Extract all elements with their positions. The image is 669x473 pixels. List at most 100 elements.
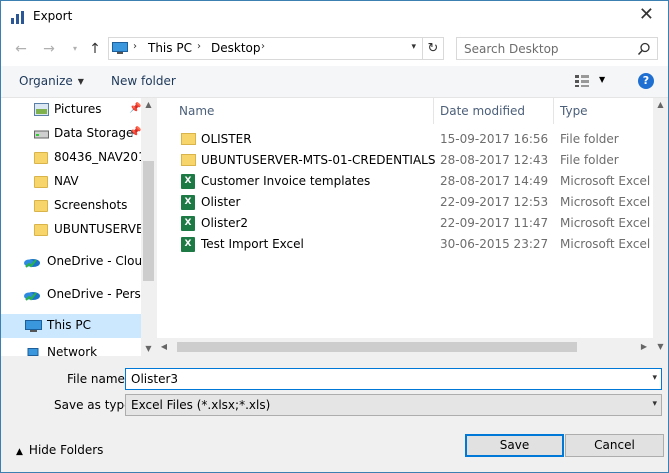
sidebar-item-label: This PC [47, 318, 91, 332]
column-divider[interactable] [433, 98, 434, 124]
scroll-down-icon[interactable]: ▼ [141, 344, 156, 353]
column-header-name[interactable]: Name [179, 104, 214, 118]
search-input[interactable]: Search Desktop [456, 37, 658, 60]
organize-label: Organize [19, 74, 73, 88]
scroll-right-icon[interactable]: ▶ [639, 342, 649, 351]
up-arrow-icon[interactable]: ↑ [87, 41, 103, 57]
export-dialog: Export ✕ ← → ▾ ↑ › This PC › Desktop › ▾… [0, 0, 669, 473]
address-bar[interactable]: › This PC › Desktop › ▾ ↻ [108, 37, 444, 60]
file-type: Microsoft Excel W... [560, 216, 665, 230]
view-options-icon[interactable] [574, 74, 590, 88]
file-date: 15-09-2017 16:56 [440, 132, 549, 146]
sidebar-item-label: Network [47, 346, 98, 356]
scroll-down-icon[interactable]: ▼ [653, 342, 668, 351]
chevron-down-icon[interactable]: ▾ [652, 399, 657, 409]
sidebar-item-label: Data Storage [54, 126, 134, 140]
folder-icon [181, 154, 196, 166]
recent-locations-chevron-icon[interactable]: ▾ [67, 41, 83, 57]
command-bar: Organize ▼ New folder ▼ ? [1, 66, 668, 98]
file-date: 30-06-2015 23:27 [440, 237, 549, 251]
sidebar-item-folder[interactable]: Screenshots [1, 194, 141, 218]
save-as-type-select[interactable]: Excel Files (*.xlsx;*.xls) ▾ [125, 394, 662, 416]
sidebar-item-folder[interactable]: NAV [1, 170, 141, 194]
breadcrumb-desktop[interactable]: Desktop [211, 41, 261, 55]
file-row[interactable]: X Test Import Excel 30-06-2015 23:27 Mic… [157, 234, 665, 255]
file-name-label: File name: [67, 372, 129, 386]
scroll-up-icon[interactable]: ▲ [653, 100, 668, 109]
sidebar-item-onedrive[interactable]: OneDrive - Cloudl [1, 250, 141, 274]
sidebar-item-label: Pictures [54, 102, 102, 116]
back-arrow-icon[interactable]: ← [13, 41, 29, 57]
sidebar-item-label: Screenshots [54, 198, 128, 212]
file-row[interactable]: X Olister 22-09-2017 12:53 Microsoft Exc… [157, 192, 665, 213]
excel-icon: X [181, 216, 195, 231]
breadcrumb-this-pc[interactable]: This PC [148, 41, 192, 55]
folder-icon [34, 176, 48, 188]
file-name: Olister2 [201, 216, 249, 230]
sidebar-item-label: UBUNTUSERVER [54, 222, 141, 236]
folder-icon [34, 152, 48, 164]
refresh-icon[interactable]: ↻ [422, 38, 443, 59]
chevron-down-icon[interactable]: ▾ [652, 373, 657, 383]
file-row[interactable]: UBUNTUSERVER-MTS-01-CREDENTIALS 28-08-20… [157, 150, 653, 171]
forward-arrow-icon[interactable]: → [41, 41, 57, 57]
chevron-down-icon[interactable]: ▾ [411, 42, 416, 52]
sidebar-item-label: OneDrive - Cloudl [47, 254, 141, 268]
scrollbar-thumb[interactable] [143, 161, 154, 281]
sidebar-item-onedrive[interactable]: OneDrive - Persor [1, 283, 141, 307]
content-vertical-scrollbar[interactable]: ▲ ▼ [653, 98, 668, 356]
file-name-field[interactable]: Olister3 ▾ [125, 368, 662, 390]
breadcrumb-separator-icon[interactable]: › [197, 41, 201, 52]
hide-folders-button[interactable]: ▲ Hide Folders [16, 443, 103, 457]
file-type: File folder [560, 153, 619, 167]
new-folder-button[interactable]: New folder [111, 74, 176, 88]
onedrive-icon [24, 259, 40, 268]
file-type: Microsoft Excel W... [560, 174, 665, 188]
excel-icon: X [181, 174, 195, 189]
nav-vertical-scrollbar[interactable]: ▲ ▼ [141, 98, 156, 356]
breadcrumb-separator-icon[interactable]: › [261, 41, 265, 52]
close-icon[interactable]: ✕ [639, 5, 654, 25]
sidebar-item-this-pc[interactable]: This PC [1, 314, 141, 338]
sidebar-item-folder[interactable]: UBUNTUSERVER [1, 218, 141, 242]
drive-icon [34, 130, 49, 139]
file-row[interactable]: OLISTER 15-09-2017 16:56 File folder [157, 129, 653, 150]
pictures-icon [34, 103, 49, 116]
file-date: 22-09-2017 11:47 [440, 216, 549, 230]
breadcrumb-separator-icon[interactable]: › [133, 41, 137, 52]
folder-icon [181, 133, 196, 145]
sidebar-item-network[interactable]: Network [1, 346, 141, 356]
sort-up-icon: ^ [298, 98, 306, 105]
sidebar-item-folder[interactable]: 80436_NAV2013_ [1, 146, 141, 170]
save-button[interactable]: Save [465, 434, 564, 457]
file-list: ^ Name Date modified Type OLISTER 15-09-… [157, 98, 668, 356]
onedrive-icon [24, 292, 40, 301]
content-horizontal-scrollbar[interactable]: ◀ ▶ [157, 338, 653, 356]
organize-button[interactable]: Organize ▼ [19, 74, 84, 88]
file-type: File folder [560, 132, 619, 146]
chevron-down-icon[interactable]: ▼ [599, 75, 605, 84]
file-type: Microsoft Excel 97... [560, 195, 665, 209]
cancel-button[interactable]: Cancel [565, 434, 664, 457]
column-header-type[interactable]: Type [560, 104, 588, 118]
file-row[interactable]: X Customer Invoice templates 28-08-2017 … [157, 171, 665, 192]
scroll-left-icon[interactable]: ◀ [159, 342, 169, 351]
file-row[interactable]: X Olister2 22-09-2017 11:47 Microsoft Ex… [157, 213, 665, 234]
pc-icon [25, 320, 42, 332]
file-date: 28-08-2017 14:49 [440, 174, 549, 188]
title-bar: Export ✕ [1, 1, 668, 32]
scrollbar-thumb[interactable] [177, 342, 577, 352]
help-icon[interactable]: ? [638, 73, 654, 89]
scroll-up-icon[interactable]: ▲ [141, 100, 156, 109]
sidebar-item-pictures[interactable]: Pictures 📌 [1, 98, 141, 122]
excel-icon: X [181, 237, 195, 252]
file-type: Microsoft Excel W... [560, 237, 665, 251]
hide-folders-label: Hide Folders [28, 443, 104, 457]
column-header-date-modified[interactable]: Date modified [440, 104, 525, 118]
column-divider[interactable] [553, 98, 554, 124]
chevron-up-icon: ▲ [16, 447, 23, 457]
folder-icon [34, 224, 48, 236]
sidebar-item-data-storage[interactable]: Data Storage 📌 [1, 122, 141, 146]
search-icon[interactable] [637, 42, 651, 56]
sidebar-item-label: 80436_NAV2013_ [54, 150, 141, 164]
